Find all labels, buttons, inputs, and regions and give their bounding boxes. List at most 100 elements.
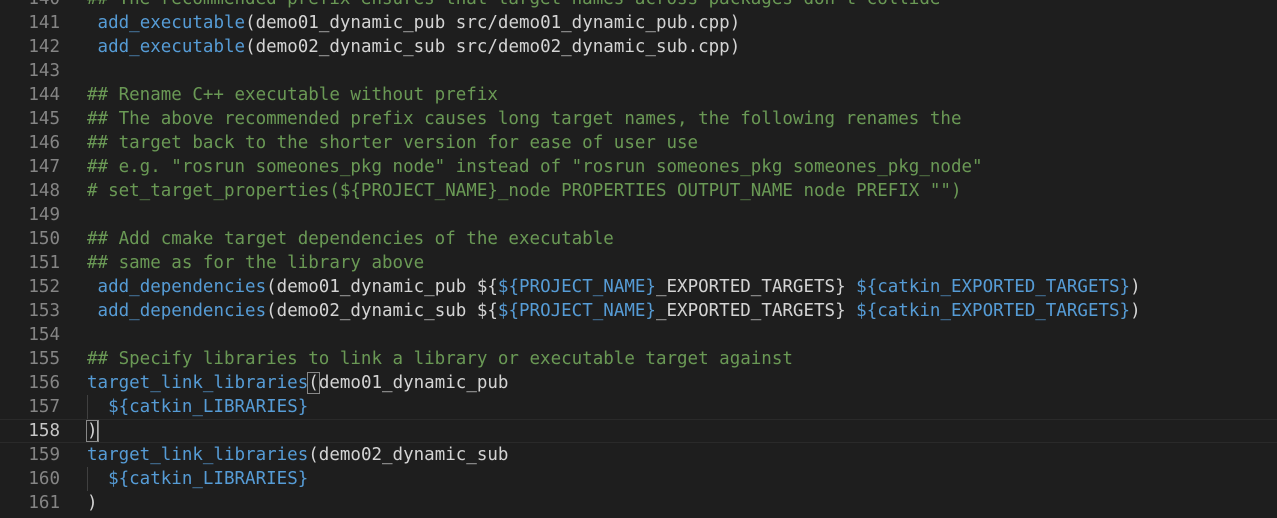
code-text: ## The above recommended prefix causes l… <box>87 107 961 131</box>
code-line[interactable]: 161) <box>0 491 1277 515</box>
token-comment: ## The above recommended prefix causes l… <box>87 109 962 129</box>
code-line[interactable]: 153 add_dependencies(demo02_dynamic_sub … <box>0 299 1277 323</box>
line-number: 150 <box>28 229 60 249</box>
code-line[interactable]: 157 ${catkin_LIBRARIES} <box>0 395 1277 419</box>
line-number: 144 <box>28 85 60 105</box>
token-var: ${PROJECT_NAME} <box>497 301 656 321</box>
code-line[interactable]: 143 <box>0 59 1277 83</box>
code-line[interactable]: 151 ## same as for the library above <box>0 251 1277 275</box>
code-text: ## target back to the shorter version fo… <box>87 131 698 155</box>
token-comment: ## The recommended prefix ensures that t… <box>87 0 940 9</box>
token-func: add_executable <box>97 13 246 33</box>
token-comment: ## same as for the library above <box>87 253 425 273</box>
code-line[interactable]: 155 ## Specify libraries to link a librar… <box>0 347 1277 371</box>
text-cursor <box>96 421 99 441</box>
code-text: add_executable(demo01_dynamic_pub src/de… <box>87 11 741 35</box>
editor-lines[interactable]: 140 ## The recommended prefix ensures tha… <box>0 0 1277 518</box>
line-number: 146 <box>28 133 60 153</box>
code-line[interactable]: 140 ## The recommended prefix ensures tha… <box>0 0 1277 11</box>
token-text: _EXPORTED_TARGETS} <box>655 301 857 321</box>
token-text: _EXPORTED_TARGETS} <box>655 277 857 297</box>
line-number: 152 <box>28 277 60 297</box>
code-line[interactable]: 145 ## The above recommended prefix cause… <box>0 107 1277 131</box>
token-comment: ## Add cmake target dependencies of the … <box>87 229 614 249</box>
line-number: 142 <box>28 37 60 57</box>
token-comment: ## e.g. "rosrun someones_pkg node" inste… <box>87 157 983 177</box>
code-line[interactable]: 146 ## target back to the shorter version… <box>0 131 1277 155</box>
code-line[interactable]: 150 ## Add cmake target dependencies of t… <box>0 227 1277 251</box>
code-text: target_link_libraries(demo02_dynamic_sub <box>87 443 508 467</box>
code-line[interactable]: 160 ${catkin_LIBRARIES} <box>0 467 1277 491</box>
code-text: add_dependencies(demo01_dynamic_pub ${${… <box>87 275 1141 299</box>
token-text: ) <box>1130 301 1141 321</box>
code-line[interactable]: 144 ## Rename C++ executable without pref… <box>0 83 1277 107</box>
line-number: 151 <box>28 253 60 273</box>
code-line[interactable]: 149 <box>0 203 1277 227</box>
token-text: (demo01_dynamic_pub ${ <box>266 277 498 297</box>
token-text: demo01_dynamic_pub <box>318 373 509 393</box>
token-var: ${catkin_EXPORTED_TARGETS} <box>856 301 1131 321</box>
code-line[interactable]: 159 target_link_libraries(demo02_dynamic_… <box>0 443 1277 467</box>
token-func: add_executable <box>97 37 246 57</box>
line-number: 140 <box>0 0 60 11</box>
code-line[interactable]: 158) <box>0 419 1277 443</box>
token-func: target_link_libraries <box>87 445 309 465</box>
token-func: add_dependencies <box>97 277 267 297</box>
bracket-match: ( <box>307 372 320 394</box>
code-line[interactable]: 154 <box>0 323 1277 347</box>
token-text: (demo01_dynamic_pub src/demo01_dynamic_p… <box>245 13 741 33</box>
token-func: add_dependencies <box>97 301 267 321</box>
code-text: ) <box>86 419 99 443</box>
code-text: ## Rename C++ executable without prefix <box>87 83 498 107</box>
code-line[interactable]: 152 add_dependencies(demo01_dynamic_pub … <box>0 275 1277 299</box>
code-text: # set_target_properties(${PROJECT_NAME}_… <box>87 179 961 203</box>
code-text: ${catkin_LIBRARIES} <box>87 467 308 491</box>
token-var: ${catkin_LIBRARIES} <box>108 469 309 489</box>
code-text: add_executable(demo02_dynamic_sub src/de… <box>87 35 741 59</box>
code-text: target_link_libraries(demo01_dynamic_pub <box>87 371 508 395</box>
code-text: add_dependencies(demo02_dynamic_sub ${${… <box>87 299 1141 323</box>
token-comment: # set_target_properties(${PROJECT_NAME}_… <box>87 181 962 201</box>
token-var: ${catkin_LIBRARIES} <box>108 397 309 417</box>
line-number: 157 <box>28 397 60 417</box>
line-number: 161 <box>28 493 60 513</box>
token-comment: ## Rename C++ executable without prefix <box>87 85 498 105</box>
line-number: 148 <box>28 181 60 201</box>
code-line[interactable]: 148 # set_target_properties(${PROJECT_NAM… <box>0 179 1277 203</box>
token-comment: ## target back to the shorter version fo… <box>87 133 699 153</box>
code-text: ## same as for the library above <box>87 251 424 275</box>
code-line[interactable]: 156 target_link_libraries(demo01_dynamic_… <box>0 371 1277 395</box>
token-func: target_link_libraries <box>87 373 309 393</box>
code-line[interactable]: 147 ## e.g. "rosrun someones_pkg node" in… <box>0 155 1277 179</box>
code-text: ## Specify libraries to link a library o… <box>87 347 793 371</box>
line-number: 145 <box>28 109 60 129</box>
line-number: 143 <box>28 61 60 81</box>
token-var: ${PROJECT_NAME} <box>497 277 656 297</box>
token-text: ) <box>1130 277 1141 297</box>
token-text: ) <box>87 493 98 513</box>
line-number: 159 <box>28 445 60 465</box>
line-number: 147 <box>28 157 60 177</box>
code-line[interactable]: 141 add_executable(demo01_dynamic_pub sr… <box>0 11 1277 35</box>
code-editor[interactable]: 140 ## The recommended prefix ensures tha… <box>0 0 1277 518</box>
line-number: 149 <box>28 205 60 225</box>
line-number: 155 <box>28 349 60 369</box>
code-line[interactable]: 142 add_executable(demo02_dynamic_sub sr… <box>0 35 1277 59</box>
token-text: (demo02_dynamic_sub <box>308 445 509 465</box>
token-text: (demo02_dynamic_sub src/demo02_dynamic_s… <box>245 37 741 57</box>
token-text: (demo02_dynamic_sub ${ <box>266 301 498 321</box>
token-comment: ## Specify libraries to link a library o… <box>87 349 793 369</box>
line-number: 156 <box>28 373 60 393</box>
code-text: ) <box>87 491 98 515</box>
code-text: ${catkin_LIBRARIES} <box>87 395 308 419</box>
code-text: ## Add cmake target dependencies of the … <box>87 227 614 251</box>
code-text: ## e.g. "rosrun someones_pkg node" inste… <box>87 155 983 179</box>
code-text: ## The recommended prefix ensures that t… <box>87 0 940 11</box>
line-number: 154 <box>28 325 60 345</box>
